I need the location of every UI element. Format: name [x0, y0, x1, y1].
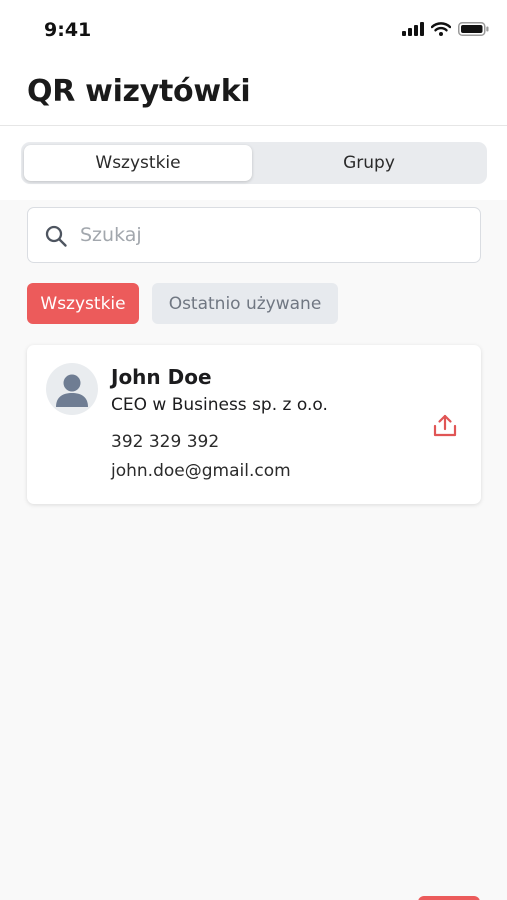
page-title: QR wizytówki	[27, 74, 251, 109]
floating-action-button[interactable]	[418, 896, 480, 900]
header-divider	[0, 125, 507, 126]
battery-icon	[458, 22, 489, 36]
search-bar	[27, 207, 481, 263]
share-icon	[433, 414, 457, 437]
search-input[interactable]	[80, 208, 470, 262]
person-icon	[56, 374, 88, 407]
avatar	[46, 363, 98, 415]
filter-chip-all[interactable]: Wszystkie	[27, 283, 139, 324]
filter-chip-recent[interactable]: Ostatnio używane	[152, 283, 338, 324]
cellular-signal-icon	[402, 22, 424, 36]
contact-email: john.doe@gmail.com	[111, 461, 291, 481]
share-button[interactable]	[429, 411, 461, 441]
contact-card[interactable]: John Doe CEO w Business sp. z o.o. 392 3…	[27, 345, 481, 504]
status-icons	[402, 22, 489, 36]
contact-role: CEO w Business sp. z o.o.	[111, 395, 328, 415]
contact-name: John Doe	[111, 365, 212, 389]
tab-groups[interactable]: Grupy	[254, 145, 484, 181]
status-bar: 9:41	[0, 0, 507, 60]
search-icon	[45, 225, 67, 247]
wifi-icon	[431, 22, 451, 36]
status-time: 9:41	[44, 19, 92, 41]
segmented-control: Wszystkie Grupy	[21, 142, 487, 184]
contact-phone: 392 329 392	[111, 432, 220, 452]
tab-all[interactable]: Wszystkie	[24, 145, 252, 181]
